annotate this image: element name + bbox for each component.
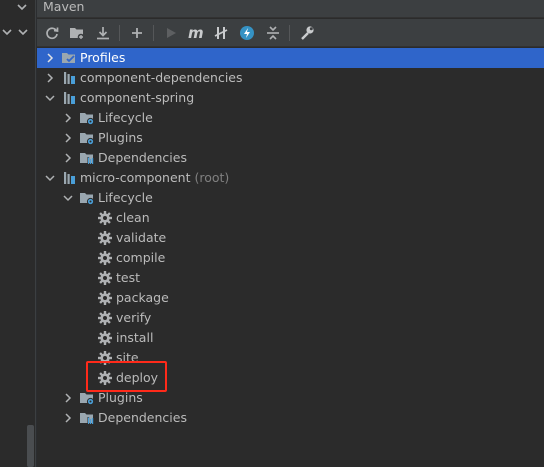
chevron-right-icon[interactable] <box>44 52 56 64</box>
maven-module-icon <box>61 70 77 86</box>
reload-icon[interactable] <box>43 24 61 42</box>
tree-item-project[interactable]: component-spring <box>37 88 544 108</box>
plus-icon[interactable] <box>128 24 146 42</box>
skip-tests-icon[interactable] <box>238 24 256 42</box>
tree-item-label: Dependencies <box>98 410 187 425</box>
maven-projects-tree: Profiles component-dependencies componen… <box>37 48 544 467</box>
chevron-down-icon[interactable] <box>15 0 29 14</box>
tool-window-title: Maven <box>43 0 85 14</box>
execute-goal-icon[interactable]: m <box>187 24 205 42</box>
lifecycle-goal[interactable]: package <box>37 288 544 308</box>
goal-label: test <box>116 270 141 285</box>
dependencies-folder-icon <box>79 150 95 166</box>
lifecycle-goal[interactable]: compile <box>37 248 544 268</box>
chevron-down-icon[interactable] <box>0 25 14 39</box>
tree-item-project-root[interactable]: micro-component (root) <box>37 168 544 188</box>
tree-item-dependencies[interactable]: Dependencies <box>37 408 544 428</box>
tree-item-dependencies[interactable]: Dependencies <box>37 148 544 168</box>
gear-icon <box>97 330 113 346</box>
chevron-right-icon[interactable] <box>62 152 74 164</box>
dependencies-folder-icon <box>79 410 95 426</box>
highlight-box <box>86 361 167 392</box>
tool-window-header: Maven <box>37 0 544 18</box>
chevron-down-icon[interactable] <box>44 172 56 184</box>
run-icon[interactable] <box>162 24 180 42</box>
gear-icon <box>97 250 113 266</box>
collapse-all-icon[interactable] <box>264 24 282 42</box>
project-name: micro-component <box>80 170 191 185</box>
tree-item-label: micro-component (root) <box>80 168 229 188</box>
tree-item-lifecycle[interactable]: Lifecycle <box>37 188 544 208</box>
lifecycle-goal[interactable]: verify <box>37 308 544 328</box>
download-icon[interactable] <box>94 24 112 42</box>
profiles-folder-icon <box>61 50 77 66</box>
scrollbar-thumb[interactable] <box>27 425 34 467</box>
goal-label: validate <box>116 230 167 245</box>
tree-item-label: component-dependencies <box>80 70 243 85</box>
lifecycle-goal[interactable]: install <box>37 328 544 348</box>
chevron-right-icon[interactable] <box>44 72 56 84</box>
goal-label: verify <box>116 310 152 325</box>
gear-icon <box>97 230 113 246</box>
tree-item-plugins[interactable]: Plugins <box>37 128 544 148</box>
tree-item-label: Lifecycle <box>98 110 153 125</box>
maven-toolbar: m <box>37 19 544 47</box>
lifecycle-goal[interactable]: clean <box>37 208 544 228</box>
lifecycle-folder-icon <box>79 190 95 206</box>
plugins-folder-icon <box>79 390 95 406</box>
gear-icon <box>97 270 113 286</box>
gear-icon <box>97 290 113 306</box>
chevron-right-icon[interactable] <box>62 112 74 124</box>
goal-label: clean <box>116 210 150 225</box>
chevron-right-icon[interactable] <box>62 392 74 404</box>
root-suffix: (root) <box>194 170 230 185</box>
goal-label: install <box>116 330 154 345</box>
tree-item-label: Dependencies <box>98 150 187 165</box>
tree-item-label: Lifecycle <box>98 190 153 205</box>
gear-icon <box>97 210 113 226</box>
maven-module-icon <box>61 170 77 186</box>
chevron-right-icon[interactable] <box>62 132 74 144</box>
chevron-down-icon[interactable] <box>16 25 30 39</box>
lifecycle-folder-icon <box>79 110 95 126</box>
maven-tool-window: Maven m Profiles component-dependencies … <box>37 0 544 467</box>
svg-text:m: m <box>188 25 204 41</box>
plugins-folder-icon <box>79 130 95 146</box>
chevron-down-icon[interactable] <box>62 192 74 204</box>
maven-module-icon <box>61 90 77 106</box>
add-folder-icon[interactable] <box>68 24 86 42</box>
tree-item-label: component-spring <box>80 90 195 105</box>
tree-item-project[interactable]: component-dependencies <box>37 68 544 88</box>
chevron-down-icon[interactable] <box>44 92 56 104</box>
settings-wrench-icon[interactable] <box>298 24 316 42</box>
tree-item-label: Plugins <box>98 130 143 145</box>
lifecycle-goal[interactable]: validate <box>37 228 544 248</box>
goal-label: compile <box>116 250 166 265</box>
left-gutter <box>0 0 36 467</box>
gear-icon <box>97 310 113 326</box>
goal-label: package <box>116 290 169 305</box>
tree-item-profiles[interactable]: Profiles <box>37 48 544 68</box>
tree-item-label: Profiles <box>80 50 126 65</box>
lifecycle-goal[interactable]: test <box>37 268 544 288</box>
toggle-offline-icon[interactable] <box>212 24 230 42</box>
tree-item-lifecycle[interactable]: Lifecycle <box>37 108 544 128</box>
chevron-right-icon[interactable] <box>62 412 74 424</box>
